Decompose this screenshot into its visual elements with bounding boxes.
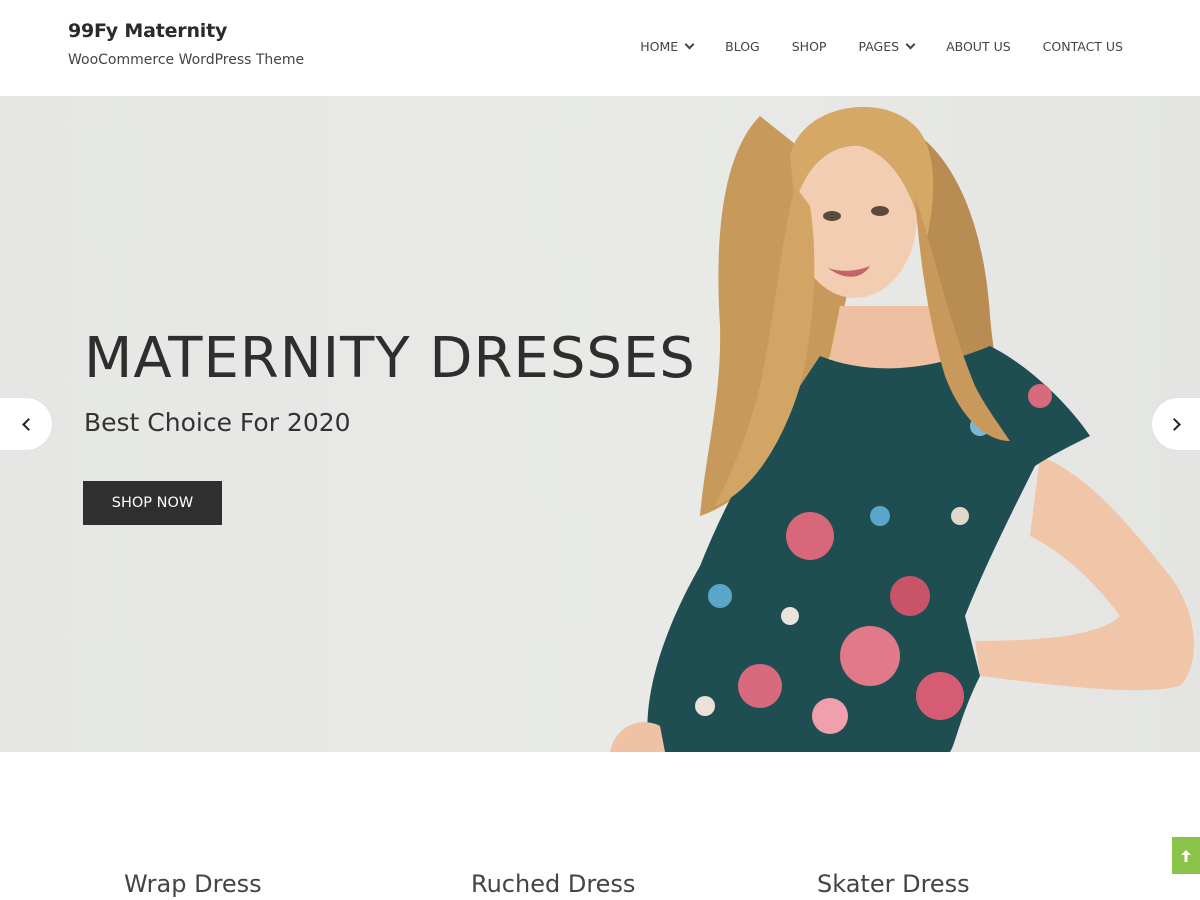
nav-item-label: CONTACT US (1042, 38, 1123, 54)
nav-item-about-us[interactable]: ABOUT US (930, 38, 1027, 54)
nav-item-label: BLOG (725, 38, 760, 54)
scroll-to-top-button[interactable] (1172, 837, 1200, 874)
nav-item-shop[interactable]: SHOP (776, 38, 843, 54)
slider-next-button[interactable] (1152, 398, 1200, 450)
nav-item-label: HOME (640, 38, 679, 54)
nav-item-pages[interactable]: PAGES (842, 38, 930, 54)
main-nav: HOME BLOG SHOP PAGES ABOUT US CONTACT US (624, 38, 1123, 54)
chevron-right-icon (1167, 417, 1181, 431)
category-ruched-dress[interactable]: Ruched Dress (471, 870, 635, 898)
site-tagline: WooCommerce WordPress Theme (68, 52, 305, 68)
nav-item-label: PAGES (858, 38, 900, 54)
category-skater-dress[interactable]: Skater Dress (817, 870, 970, 898)
shop-now-button[interactable]: SHOP NOW (83, 481, 222, 525)
chevron-down-icon (684, 39, 695, 49)
nav-item-blog[interactable]: BLOG (709, 38, 776, 54)
site-title[interactable]: 99Fy Maternity (68, 20, 227, 42)
chevron-down-icon (905, 39, 916, 49)
hero-slider: MATERNITY DRESSES Best Choice For 2020 S… (0, 96, 1200, 752)
nav-item-contact-us[interactable]: CONTACT US (1027, 38, 1123, 54)
nav-item-home[interactable]: HOME (624, 38, 709, 54)
category-wrap-dress[interactable]: Wrap Dress (124, 870, 262, 898)
site-header: 99Fy Maternity WooCommerce WordPress The… (0, 0, 1200, 96)
nav-item-label: SHOP (791, 38, 827, 54)
hero-title: MATERNITY DRESSES (84, 326, 696, 391)
arrow-up-icon (1181, 849, 1191, 862)
hero-subtitle: Best Choice For 2020 (84, 408, 351, 437)
chevron-left-icon (21, 417, 35, 431)
slider-prev-button[interactable] (0, 398, 52, 450)
nav-item-label: ABOUT US (946, 38, 1011, 54)
